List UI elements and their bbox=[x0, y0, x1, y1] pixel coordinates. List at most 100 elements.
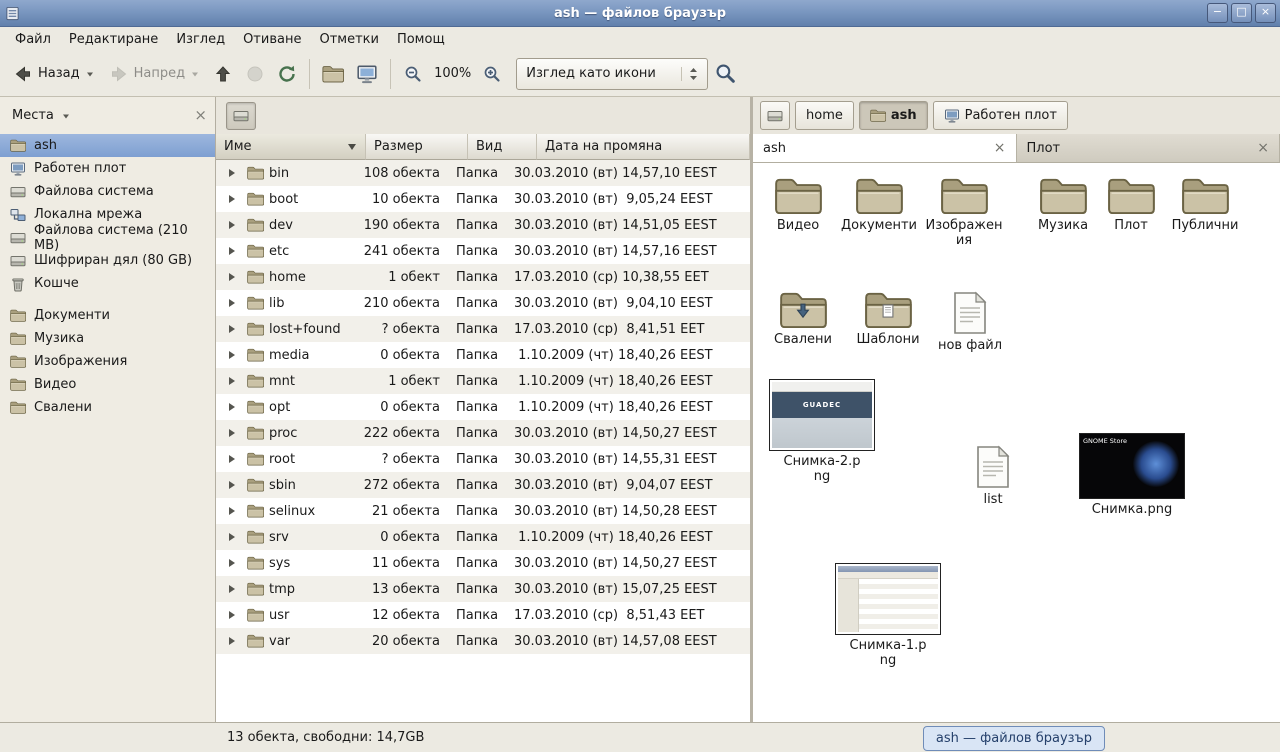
expander-icon[interactable] bbox=[222, 559, 242, 567]
file-row-usr[interactable]: usr12 обектаПапка17.03.2010 (ср) 8,51,43… bbox=[216, 602, 750, 628]
places-item-2[interactable]: Файлова система bbox=[0, 180, 215, 203]
icon-view[interactable]: Видео Документи Изображения Музика Плот … bbox=[753, 163, 1280, 722]
close-button[interactable]: × bbox=[1255, 3, 1276, 23]
home-button[interactable] bbox=[316, 61, 350, 87]
menu-go[interactable]: Отиване bbox=[234, 29, 310, 50]
icon-item-8[interactable]: нов файл bbox=[932, 291, 1008, 354]
tab-close-icon[interactable]: × bbox=[994, 141, 1006, 155]
icon-item-0[interactable]: Видео bbox=[761, 177, 835, 234]
zoom-out-button[interactable] bbox=[397, 60, 429, 88]
stop-button[interactable] bbox=[239, 60, 271, 88]
file-row-lost+found[interactable]: lost+found? обектаПапка17.03.2010 (ср) 8… bbox=[216, 316, 750, 342]
minimize-button[interactable]: − bbox=[1207, 3, 1228, 23]
expander-icon[interactable] bbox=[222, 247, 242, 255]
file-row-boot[interactable]: boot10 обектаПапка30.03.2010 (вт) 9,05,2… bbox=[216, 186, 750, 212]
file-row-proc[interactable]: proc222 обектаПапка30.03.2010 (вт) 14,50… bbox=[216, 420, 750, 446]
expander-icon[interactable] bbox=[222, 611, 242, 619]
breadcrumb-ash[interactable]: ash bbox=[859, 101, 928, 130]
file-row-opt[interactable]: opt0 обектаПапка 1.10.2009 (чт) 18,40,26… bbox=[216, 394, 750, 420]
icon-item-10[interactable]: list bbox=[955, 445, 1031, 508]
titlebar[interactable]: ash — файлов браузър −□× bbox=[0, 0, 1280, 27]
computer-button[interactable] bbox=[350, 59, 384, 89]
taskbar-window-button[interactable]: ash — файлов браузър bbox=[923, 726, 1105, 751]
expander-icon[interactable] bbox=[222, 221, 242, 229]
menu-edit[interactable]: Редактиране bbox=[60, 29, 167, 50]
file-row-bin[interactable]: bin108 обектаПапка30.03.2010 (вт) 14,57,… bbox=[216, 160, 750, 186]
column-header-type[interactable]: Вид bbox=[468, 134, 537, 160]
icon-item-7[interactable]: Шаблони bbox=[852, 291, 924, 348]
sidebar-close-icon[interactable]: × bbox=[194, 108, 207, 123]
expander-icon[interactable] bbox=[222, 299, 242, 307]
expander-icon[interactable] bbox=[222, 325, 242, 333]
file-row-tmp[interactable]: tmp13 обектаПапка30.03.2010 (вт) 15,07,2… bbox=[216, 576, 750, 602]
expander-icon[interactable] bbox=[222, 169, 242, 177]
expander-icon[interactable] bbox=[222, 533, 242, 541]
sidebar-mode-select[interactable]: Места bbox=[8, 106, 75, 125]
menu-file[interactable]: Файл bbox=[6, 29, 60, 50]
menu-help[interactable]: Помощ bbox=[388, 29, 454, 50]
expander-icon[interactable] bbox=[222, 273, 242, 281]
expander-icon[interactable] bbox=[222, 429, 242, 437]
reload-button[interactable] bbox=[271, 60, 303, 88]
expander-icon[interactable] bbox=[222, 481, 242, 489]
icon-item-2[interactable]: Изображения bbox=[921, 177, 1007, 248]
breadcrumb-filesystem[interactable] bbox=[760, 101, 790, 130]
places-item-4[interactable]: Файлова система (210 MB) bbox=[0, 226, 215, 249]
expander-icon[interactable] bbox=[222, 585, 242, 593]
icon-item-11[interactable]: GNOME StoreСнимка.png bbox=[1077, 433, 1187, 518]
maximize-button[interactable]: □ bbox=[1231, 3, 1252, 23]
expander-icon[interactable] bbox=[222, 455, 242, 463]
places-item-8[interactable]: Документи bbox=[0, 304, 215, 327]
file-row-dev[interactable]: dev190 обектаПапка30.03.2010 (вт) 14,51,… bbox=[216, 212, 750, 238]
breadcrumb-home[interactable]: home bbox=[795, 101, 854, 130]
column-header-size[interactable]: Размер bbox=[366, 134, 468, 160]
menu-bookmarks[interactable]: Отметки bbox=[310, 29, 387, 50]
places-item-0[interactable]: ash bbox=[0, 134, 215, 157]
file-row-mnt[interactable]: mnt1 обектПапка 1.10.2009 (чт) 18,40,26 … bbox=[216, 368, 750, 394]
expander-icon[interactable] bbox=[222, 507, 242, 515]
file-row-selinux[interactable]: selinux21 обектаПапка30.03.2010 (вт) 14,… bbox=[216, 498, 750, 524]
up-button[interactable] bbox=[207, 60, 239, 88]
column-header-date[interactable]: Дата на промяна bbox=[537, 134, 750, 160]
places-item-9[interactable]: Музика bbox=[0, 327, 215, 350]
file-row-media[interactable]: media0 обектаПапка 1.10.2009 (чт) 18,40,… bbox=[216, 342, 750, 368]
file-row-srv[interactable]: srv0 обектаПапка 1.10.2009 (чт) 18,40,26… bbox=[216, 524, 750, 550]
icon-item-3[interactable]: Музика bbox=[1027, 177, 1099, 234]
icon-item-9[interactable]: GUADECСнимка-2.png bbox=[769, 379, 875, 484]
file-row-sys[interactable]: sys11 обектаПапка30.03.2010 (вт) 14,50,2… bbox=[216, 550, 750, 576]
icon-item-12[interactable]: Снимка-1.png bbox=[835, 563, 941, 668]
breadcrumb-desktop[interactable]: Работен плот bbox=[933, 101, 1068, 130]
search-button[interactable] bbox=[708, 58, 743, 89]
file-row-root[interactable]: root? обектаПапка30.03.2010 (вт) 14,55,3… bbox=[216, 446, 750, 472]
expander-icon[interactable] bbox=[222, 351, 242, 359]
file-row-sbin[interactable]: sbin272 обектаПапка30.03.2010 (вт) 9,04,… bbox=[216, 472, 750, 498]
places-item-6[interactable]: Кошче bbox=[0, 272, 215, 295]
icon-item-5[interactable]: Публични bbox=[1165, 177, 1245, 234]
tab-ash[interactable]: ash× bbox=[753, 134, 1017, 162]
icon-item-1[interactable]: Документи bbox=[839, 177, 919, 234]
expander-icon[interactable] bbox=[222, 377, 242, 385]
breadcrumb-filesystem-button[interactable] bbox=[226, 102, 256, 130]
places-item-11[interactable]: Видео bbox=[0, 373, 215, 396]
places-item-12[interactable]: Свалени bbox=[0, 396, 215, 419]
places-item-1[interactable]: Работен плот bbox=[0, 157, 215, 180]
places-item-10[interactable]: Изображения bbox=[0, 350, 215, 373]
file-row-var[interactable]: var20 обектаПапка30.03.2010 (вт) 14,57,0… bbox=[216, 628, 750, 654]
tab-close-icon[interactable]: × bbox=[1257, 141, 1269, 155]
expander-icon[interactable] bbox=[222, 637, 242, 645]
view-mode-select[interactable]: Изглед като икони bbox=[516, 58, 708, 90]
column-header-name[interactable]: Име bbox=[216, 134, 366, 160]
expander-icon[interactable] bbox=[222, 403, 242, 411]
file-row-home[interactable]: home1 обектПапка17.03.2010 (ср) 10,38,55… bbox=[216, 264, 750, 290]
places-item-5[interactable]: Шифриран дял (80 GB) bbox=[0, 249, 215, 272]
icon-item-6[interactable]: Свалени bbox=[767, 291, 839, 348]
back-button[interactable]: Назад bbox=[6, 60, 102, 88]
icon-item-4[interactable]: Плот bbox=[1099, 177, 1163, 234]
file-row-lib[interactable]: lib210 обектаПапка30.03.2010 (вт) 9,04,1… bbox=[216, 290, 750, 316]
expander-icon[interactable] bbox=[222, 195, 242, 203]
file-row-etc[interactable]: etc241 обектаПапка30.03.2010 (вт) 14,57,… bbox=[216, 238, 750, 264]
menu-view[interactable]: Изглед bbox=[167, 29, 234, 50]
tab-plot[interactable]: Плот× bbox=[1017, 134, 1280, 162]
forward-button[interactable]: Напред bbox=[102, 60, 207, 88]
zoom-in-button[interactable] bbox=[476, 60, 508, 88]
